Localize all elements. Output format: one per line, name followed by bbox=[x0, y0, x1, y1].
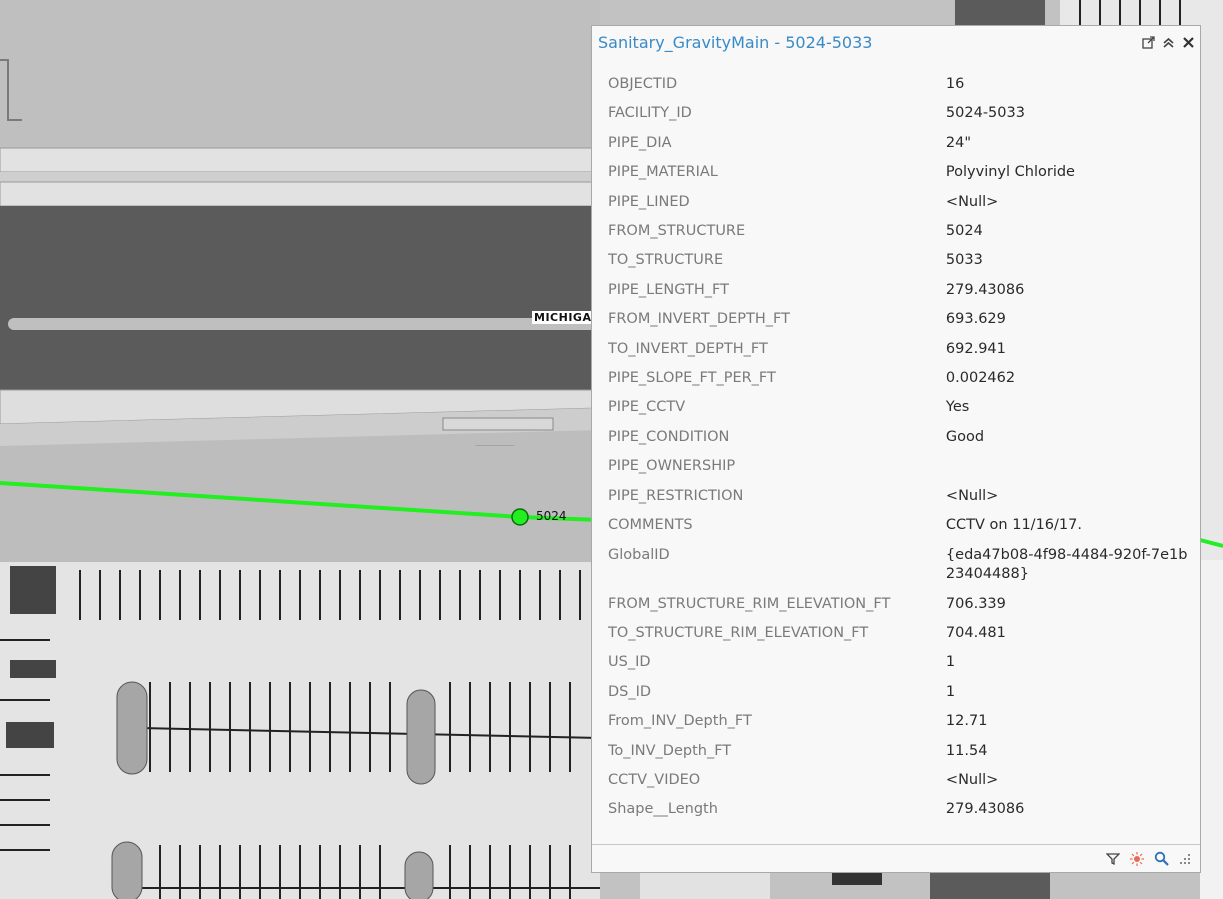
field-value: 693.629 bbox=[945, 311, 1006, 328]
field-name: TO_INVERT_DEPTH_FT bbox=[608, 340, 768, 357]
field-value: CCTV on 11/16/17. bbox=[945, 517, 1082, 534]
field-value: 11.54 bbox=[945, 742, 988, 759]
zoom-to-icon[interactable] bbox=[1152, 850, 1170, 868]
collapse-icon[interactable] bbox=[1160, 33, 1177, 51]
attribute-row: DS_ID 1 bbox=[608, 678, 1188, 707]
field-value bbox=[946, 452, 1188, 457]
attribute-list: OBJECTID 16 FACILITY_ID 5024-5033 PIPE_DIA… bbox=[608, 70, 1188, 825]
field-value: Good bbox=[945, 428, 985, 445]
field-name: PIPE_LINED bbox=[608, 193, 690, 210]
field-name: FROM_INVERT_DEPTH_FT bbox=[608, 311, 790, 328]
attribute-row: COMMENTS CCTV on 11/16/17. bbox=[608, 511, 1188, 540]
field-value: 0.002462 bbox=[945, 370, 1016, 387]
field-name: PIPE_CONDITION bbox=[608, 428, 730, 445]
field-name: PIPE_DIA bbox=[608, 134, 672, 151]
field-name: DS_ID bbox=[608, 683, 652, 700]
attribute-row: FROM_INVERT_DEPTH_FT 693.629 bbox=[608, 305, 1188, 334]
resize-grip-icon[interactable] bbox=[1176, 850, 1194, 868]
filter-icon[interactable] bbox=[1104, 850, 1122, 868]
field-name: US_ID bbox=[608, 654, 651, 671]
popup-titlebar[interactable]: Sanitary_GravityMain - 5024-5033 bbox=[592, 26, 1200, 58]
attribute-row: TO_INVERT_DEPTH_FT 692.941 bbox=[608, 335, 1188, 364]
attribute-row: PIPE_MATERIAL Polyvinyl Chloride bbox=[608, 158, 1188, 187]
attribute-row: PIPE_RESTRICTION <Null> bbox=[608, 482, 1188, 511]
attribute-row: PIPE_CCTV Yes bbox=[608, 393, 1188, 422]
attribute-row: GlobalID {eda47b08-4f98-4484-920f-7e1b234… bbox=[608, 541, 1188, 590]
attribute-row: FACILITY_ID 5024-5033 bbox=[608, 99, 1188, 128]
field-name: FACILITY_ID bbox=[608, 105, 692, 122]
field-name: PIPE_RESTRICTION bbox=[608, 487, 744, 504]
field-value: 279.43086 bbox=[945, 801, 1025, 818]
field-name: TO_STRUCTURE bbox=[608, 252, 724, 269]
popup-footer bbox=[592, 844, 1200, 872]
field-value: 5024 bbox=[945, 223, 983, 240]
attribute-row: OBJECTID 16 bbox=[608, 70, 1188, 99]
structure-label: 5024 bbox=[536, 509, 567, 523]
field-value: 279.43086 bbox=[945, 281, 1025, 298]
field-name: PIPE_LENGTH_FT bbox=[608, 281, 729, 298]
attribute-row: PIPE_SLOPE_FT_PER_FT 0.002462 bbox=[608, 364, 1188, 393]
attribute-row: From_INV_Depth_FT 12.71 bbox=[608, 707, 1188, 736]
field-value: 1 bbox=[945, 683, 956, 700]
field-value: {eda47b08-4f98-4484-920f-7e1b23404488} bbox=[945, 546, 1188, 582]
attribute-row: US_ID 1 bbox=[608, 648, 1188, 677]
field-name: FROM_STRUCTURE_RIM_ELEVATION_FT bbox=[608, 595, 891, 612]
field-value: <Null> bbox=[945, 771, 999, 788]
popup-title: Sanitary_GravityMain - 5024-5033 bbox=[598, 32, 873, 52]
popup-window[interactable]: Sanitary_GravityMain - 5024-5033 OBJECTI… bbox=[591, 25, 1201, 873]
attribute-row: FROM_STRUCTURE 5024 bbox=[608, 217, 1188, 246]
field-name: From_INV_Depth_FT bbox=[608, 713, 752, 730]
field-value: 706.339 bbox=[945, 595, 1006, 612]
attribute-row: FROM_STRUCTURE_RIM_ELEVATION_FT 706.339 bbox=[608, 590, 1188, 619]
field-name: OBJECTID bbox=[608, 76, 678, 92]
field-name: PIPE_CCTV bbox=[608, 399, 686, 416]
attribute-row: To_INV_Depth_FT 11.54 bbox=[608, 737, 1188, 766]
field-name: PIPE_MATERIAL bbox=[608, 164, 718, 181]
attribute-row: CCTV_VIDEO <Null> bbox=[608, 766, 1188, 795]
field-value: 12.71 bbox=[945, 713, 988, 730]
field-value: 24" bbox=[945, 134, 972, 151]
field-name: COMMENTS bbox=[608, 517, 693, 534]
pop-out-icon[interactable] bbox=[1140, 33, 1157, 51]
field-name: PIPE_SLOPE_FT_PER_FT bbox=[608, 370, 776, 387]
field-value: <Null> bbox=[945, 487, 999, 504]
attribute-row: TO_STRUCTURE 5033 bbox=[608, 246, 1188, 275]
field-value: 1 bbox=[945, 654, 956, 671]
street-label: MICHIGA bbox=[532, 311, 594, 324]
attribute-row: PIPE_CONDITION Good bbox=[608, 423, 1188, 452]
close-icon[interactable] bbox=[1180, 33, 1197, 51]
flash-icon[interactable] bbox=[1128, 850, 1146, 868]
field-name: GlobalID bbox=[608, 546, 670, 563]
attribute-row: TO_STRUCTURE_RIM_ELEVATION_FT 704.481 bbox=[608, 619, 1188, 648]
field-name: Shape__Length bbox=[608, 801, 718, 818]
attribute-row: Shape__Length 279.43086 bbox=[608, 795, 1188, 824]
attribute-row: PIPE_OWNERSHIP bbox=[608, 452, 1188, 481]
field-name: PIPE_OWNERSHIP bbox=[608, 458, 736, 475]
field-value: Yes bbox=[945, 399, 970, 416]
field-value: Polyvinyl Chloride bbox=[945, 164, 1075, 181]
field-value: <Null> bbox=[945, 193, 999, 210]
field-name: FROM_STRUCTURE bbox=[608, 223, 746, 240]
field-value: 692.941 bbox=[945, 340, 1006, 357]
field-name: To_INV_Depth_FT bbox=[608, 742, 732, 759]
attribute-row: PIPE_LINED <Null> bbox=[608, 188, 1188, 217]
field-name: CCTV_VIDEO bbox=[608, 771, 701, 788]
field-value: 704.481 bbox=[945, 624, 1006, 641]
attribute-row: PIPE_LENGTH_FT 279.43086 bbox=[608, 276, 1188, 305]
field-value: 5033 bbox=[945, 252, 983, 269]
field-value: 16 bbox=[945, 76, 965, 92]
attribute-row: PIPE_DIA 24" bbox=[608, 129, 1188, 158]
field-name: TO_STRUCTURE_RIM_ELEVATION_FT bbox=[608, 624, 869, 641]
field-value: 5024-5033 bbox=[945, 105, 1025, 122]
